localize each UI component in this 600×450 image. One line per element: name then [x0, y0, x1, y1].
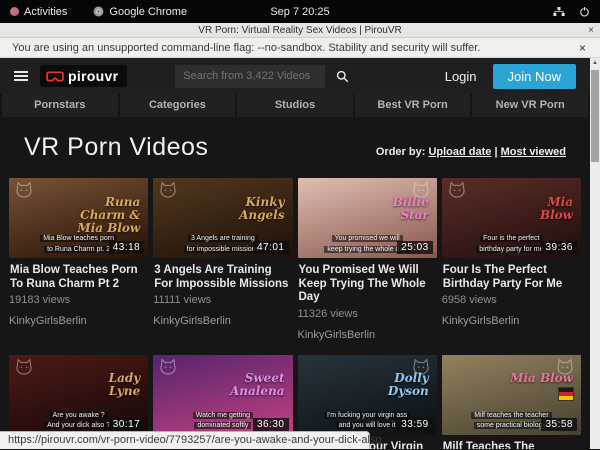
search-input[interactable] — [175, 65, 325, 88]
order-by-label: Order by: — [376, 146, 426, 158]
video-thumbnail[interactable]: Kinky Angels 3 Angels are trainingfor im… — [153, 178, 292, 258]
video-studio-link[interactable]: KinkyGirlsBerlin — [298, 329, 437, 341]
video-title-link[interactable]: You Promised We Will Keep Trying The Who… — [299, 264, 436, 305]
thumbnail-model-name: Mia Blow — [540, 196, 573, 222]
video-studio-link[interactable]: KinkyGirlsBerlin — [442, 315, 581, 327]
studio-watermark-cat-icon — [158, 181, 178, 198]
scrollbar-track[interactable]: ▲ — [590, 58, 600, 449]
system-top-bar: Activities Google Chrome Sep 7 20:25 — [0, 0, 600, 23]
studio-watermark-cat-icon — [447, 181, 467, 198]
video-studio-link[interactable]: KinkyGirlsBerlin — [9, 315, 148, 327]
duration-badge: 43:18 — [109, 241, 145, 254]
video-views: 6958 views — [442, 294, 581, 306]
nav-item-pornstars[interactable]: Pornstars — [0, 94, 120, 117]
video-card[interactable]: Mia Blow Milf teaches the teachersome pr… — [442, 355, 581, 449]
video-title-link[interactable]: Four Is The Perfect Birthday Party For M… — [443, 264, 580, 291]
thumbnail-model-name: Runa Charm & Mia Blow — [77, 196, 140, 235]
order-by-separator: | — [491, 146, 500, 158]
duration-badge: 47:01 — [253, 241, 289, 254]
tab-title: VR Porn: Virtual Reality Sex Videos | Pi… — [198, 25, 401, 36]
order-by-most-viewed-link[interactable]: Most viewed — [501, 146, 566, 158]
site-logo[interactable]: pirouvr — [40, 65, 127, 87]
video-thumbnail[interactable]: Mia Blow Milf teaches the teachersome pr… — [442, 355, 581, 435]
login-link[interactable]: Login — [445, 69, 477, 84]
duration-badge: 39:36 — [541, 241, 577, 254]
app-menu-button[interactable]: Google Chrome — [93, 6, 187, 18]
video-views: 11326 views — [298, 308, 437, 320]
duration-badge: 30:17 — [109, 418, 145, 431]
search-button[interactable] — [325, 65, 359, 88]
hamburger-menu-icon[interactable] — [14, 71, 28, 81]
studio-watermark-cat-icon — [14, 181, 34, 198]
video-thumbnail[interactable]: Billie Star You promised we willkeep try… — [298, 178, 437, 258]
activities-icon — [10, 7, 19, 16]
nav-item-new-vr[interactable]: New VR Porn — [472, 94, 590, 117]
video-thumbnail[interactable]: Runa Charm & Mia Blow Mia Blow teaches p… — [9, 178, 148, 258]
site-logo-text: pirouvr — [68, 68, 118, 84]
thumbnail-model-name: Mia Blow — [510, 372, 573, 385]
thumbnail-model-name: Lady Lyne — [109, 372, 141, 398]
main-nav: Pornstars Categories Studios Best VR Por… — [0, 94, 590, 117]
tab-close-icon[interactable]: × — [588, 23, 594, 38]
activities-label: Activities — [24, 6, 67, 18]
browser-title-bar: VR Porn: Virtual Reality Sex Videos | Pi… — [0, 23, 600, 38]
duration-badge: 36:30 — [253, 418, 289, 431]
infobar-close-icon[interactable]: × — [579, 41, 586, 55]
video-card[interactable]: Billie Star You promised we willkeep try… — [298, 178, 437, 341]
nav-item-categories[interactable]: Categories — [120, 94, 238, 117]
chrome-icon — [93, 6, 104, 17]
video-title-link[interactable]: Mia Blow Teaches Porn To Runa Charm Pt 2 — [10, 264, 147, 291]
german-flag-icon — [558, 387, 574, 401]
video-studio-link[interactable]: KinkyGirlsBerlin — [153, 315, 292, 327]
browser-viewport: pirouvr Login Join Now Pornstars Categor… — [0, 58, 600, 449]
search-icon — [336, 70, 349, 83]
thumbnail-model-name: Dolly Dyson — [388, 372, 429, 398]
order-by-upload-date-link[interactable]: Upload date — [428, 146, 491, 158]
duration-badge: 35:58 — [541, 418, 577, 431]
video-thumbnail[interactable]: Sweet Analena Watch me gettingdominated … — [153, 355, 292, 435]
thumbnail-model-name: Kinky Angels — [239, 196, 284, 222]
video-views: 19183 views — [9, 294, 148, 306]
duration-badge: 25:03 — [397, 241, 433, 254]
duration-badge: 33:59 — [397, 418, 433, 431]
app-menu-label: Google Chrome — [109, 6, 187, 18]
video-title-link[interactable]: 3 Angels Are Training For Impossible Mis… — [154, 264, 291, 291]
scrollbar-thumb[interactable] — [591, 70, 599, 162]
network-icon[interactable] — [553, 6, 565, 17]
video-card[interactable]: Mia Blow Four is the perfectbirthday par… — [442, 178, 581, 341]
infobar-message: You are using an unsupported command-lin… — [12, 42, 480, 54]
status-url-tooltip: https://pirouvr.com/vr-porn-video/779325… — [0, 431, 370, 449]
video-card[interactable]: Runa Charm & Mia Blow Mia Blow teaches p… — [9, 178, 148, 341]
studio-watermark-cat-icon — [158, 358, 178, 375]
vr-goggles-icon — [46, 71, 64, 82]
search-bar — [175, 65, 359, 88]
video-card[interactable]: Kinky Angels 3 Angels are trainingfor im… — [153, 178, 292, 341]
thumbnail-model-name: Sweet Analena — [230, 372, 285, 398]
site-header: pirouvr Login Join Now — [0, 58, 590, 94]
video-views: 11111 views — [153, 294, 292, 306]
power-icon[interactable] — [579, 6, 590, 17]
chrome-infobar: You are using an unsupported command-lin… — [0, 38, 600, 58]
activities-button[interactable]: Activities — [10, 6, 67, 18]
studio-watermark-cat-icon — [14, 358, 34, 375]
nav-item-best-vr[interactable]: Best VR Porn — [355, 94, 473, 117]
order-by: Order by: Upload date | Most viewed — [376, 146, 566, 158]
video-thumbnail[interactable]: Mia Blow Four is the perfectbirthday par… — [442, 178, 581, 258]
video-title-link[interactable]: Milf Teaches The Teacher Some Practical … — [443, 441, 580, 449]
thumbnail-model-name: Billie Star — [393, 196, 429, 222]
clock[interactable]: Sep 7 20:25 — [270, 6, 329, 18]
video-thumbnail[interactable]: Lady Lyne Are you awake ?And your dick a… — [9, 355, 148, 435]
page-title: VR Porn Videos — [24, 133, 208, 162]
nav-item-studios[interactable]: Studios — [237, 94, 355, 117]
scrollbar-up-arrow[interactable]: ▲ — [590, 58, 600, 68]
video-grid: Runa Charm & Mia Blow Mia Blow teaches p… — [0, 178, 590, 449]
join-now-button[interactable]: Join Now — [493, 64, 576, 89]
video-thumbnail[interactable]: Dolly Dyson I'm fucking your virgin assa… — [298, 355, 437, 435]
